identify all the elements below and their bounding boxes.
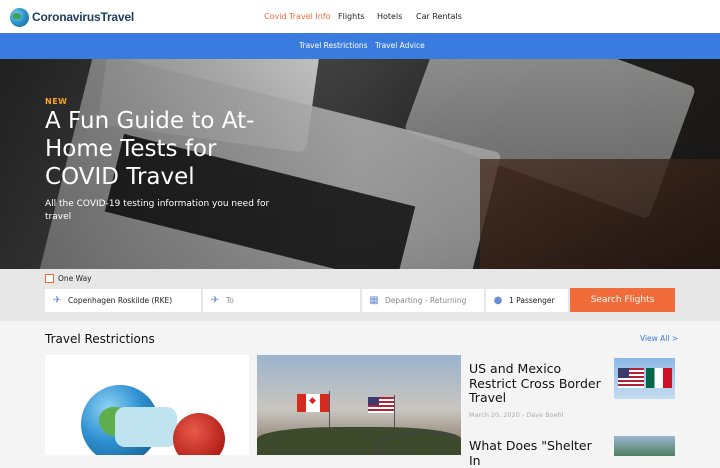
view-all-link[interactable]: View All > xyxy=(640,334,678,343)
passengers-field[interactable]: ● 1 Passenger xyxy=(486,289,568,312)
from-field[interactable]: ✈ Copenhagen Roskilde (RKE) xyxy=(45,289,201,312)
nav-item-car-rentals[interactable]: Car Rentals xyxy=(416,12,462,21)
section-title: Travel Restrictions xyxy=(45,332,155,346)
hero-subtitle: All the COVID-19 testing information you… xyxy=(45,199,270,222)
to-placeholder: To xyxy=(226,296,234,305)
dates-placeholder: Departing - Returning xyxy=(385,296,467,305)
one-way-label: One Way xyxy=(58,274,92,283)
plane-landing-icon: ✈ xyxy=(210,295,220,306)
virus-image xyxy=(173,413,225,455)
calendar-icon: ▦ xyxy=(369,295,379,306)
article-card-image-border[interactable] xyxy=(257,355,461,455)
plane-takeoff-icon: ✈ xyxy=(52,295,62,306)
passengers-value: 1 Passenger xyxy=(509,296,555,305)
usa-flag-icon xyxy=(368,397,394,413)
face-mask-image xyxy=(115,407,177,447)
hero-title[interactable]: A Fun Guide to At-Home Tests for COVID T… xyxy=(45,107,265,191)
nav-item-hotels[interactable]: Hotels xyxy=(377,12,402,21)
subnav-item-travel-advice[interactable]: Travel Advice xyxy=(375,41,425,50)
article-card-image-globe[interactable] xyxy=(45,355,249,455)
article-item[interactable]: US and Mexico Restrict Cross Border Trav… xyxy=(469,361,604,419)
article-item[interactable]: What Does "Shelter In xyxy=(469,438,604,468)
flight-search-form: One Way ✈ Copenhagen Roskilde (RKE) ✈ To… xyxy=(0,269,720,321)
person-icon: ● xyxy=(493,295,503,306)
subnav-item-travel-restrictions[interactable]: Travel Restrictions xyxy=(299,41,368,50)
sub-navigation-bar: Travel Restrictions Travel Advice xyxy=(0,33,720,59)
search-flights-button[interactable]: Search Flights xyxy=(570,288,675,312)
brand-name: CoronavirusTravel xyxy=(32,10,134,24)
usa-flag-icon xyxy=(618,368,644,388)
one-way-option[interactable]: One Way xyxy=(45,274,92,283)
article-meta: March 20, 2020 - Dave Boehl xyxy=(469,410,564,419)
dates-field[interactable]: ▦ Departing - Returning xyxy=(362,289,484,312)
one-way-checkbox[interactable] xyxy=(45,274,54,283)
nav-item-covid-travel-info[interactable]: Covid Travel Info xyxy=(264,12,331,21)
canada-flag-icon xyxy=(297,394,329,412)
bridge-image xyxy=(377,431,461,455)
article-title[interactable]: US and Mexico Restrict Cross Border Trav… xyxy=(469,361,604,406)
hero-new-tag: NEW xyxy=(45,97,68,106)
nav-item-flights[interactable]: Flights xyxy=(338,12,365,21)
article-thumbnail[interactable] xyxy=(614,358,675,399)
to-field[interactable]: ✈ To xyxy=(203,289,360,312)
hero-banner[interactable]: NEW A Fun Guide to At-Home Tests for COV… xyxy=(0,59,720,269)
article-thumbnail[interactable] xyxy=(614,436,675,456)
article-title[interactable]: What Does "Shelter In xyxy=(469,438,604,468)
site-logo[interactable]: CoronavirusTravel xyxy=(10,7,134,27)
mexico-flag-icon xyxy=(646,368,672,388)
from-value: Copenhagen Roskilde (RKE) xyxy=(68,296,173,305)
top-navigation-bar: CoronavirusTravel Covid Travel Info Flig… xyxy=(0,0,720,33)
globe-icon xyxy=(10,7,29,27)
